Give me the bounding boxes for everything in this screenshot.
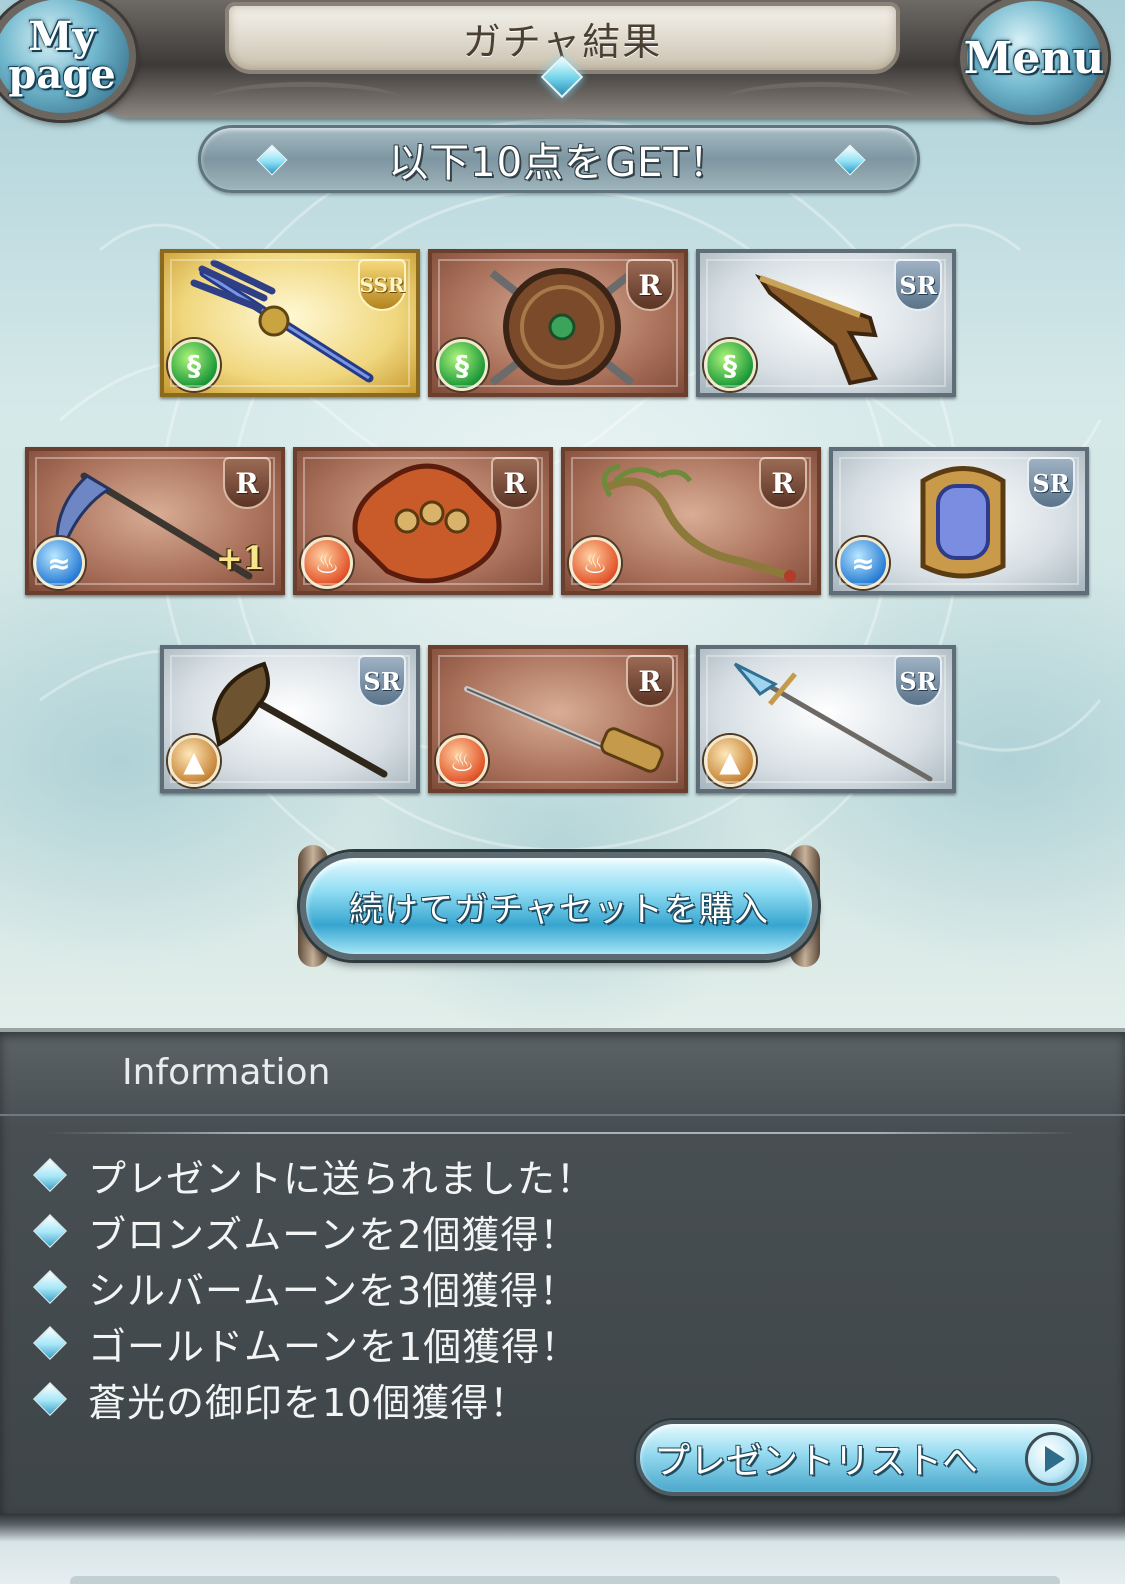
fire-element-icon: ♨	[301, 537, 353, 589]
water-element-icon: ≈	[837, 537, 889, 589]
wind-element-icon: §	[704, 339, 756, 391]
fire-element-icon: ♨	[436, 735, 488, 787]
item-card[interactable]: SSR §	[160, 249, 420, 397]
information-panel: Information プレゼントに送られました！ ブロンズムーンを2個獲得！ …	[0, 1028, 1125, 1514]
earth-element-icon: ▲	[704, 735, 756, 787]
item-card[interactable]: SR ▲	[160, 645, 420, 793]
list-item: ブロンズムーンを2個獲得！	[30, 1203, 595, 1259]
plus-bonus: +1	[215, 539, 265, 577]
item-card[interactable]: R §	[428, 249, 688, 397]
menu-button[interactable]: Menu	[960, 0, 1108, 122]
diamond-bullet-icon	[33, 1158, 67, 1192]
item-card[interactable]: SR ≈	[829, 447, 1089, 595]
spear-icon	[733, 662, 933, 782]
list-item: シルバームーンを3個獲得！	[30, 1259, 595, 1315]
get-banner: 以下10点をGET！	[198, 125, 920, 193]
wind-element-icon: §	[168, 339, 220, 391]
continue-gacha-label: 続けてガチャセットを購入	[349, 889, 769, 930]
item-card[interactable]: R ≈ +1	[25, 447, 285, 595]
sword-icon	[464, 686, 664, 773]
rarity-badge: SR	[894, 259, 942, 311]
diamond-bullet-icon	[33, 1382, 67, 1416]
divider	[48, 1132, 1078, 1134]
footer-bar	[70, 1576, 1060, 1584]
play-arrow-icon	[1025, 1432, 1079, 1486]
rarity-badge: R	[626, 655, 674, 707]
wind-element-icon: §	[436, 339, 488, 391]
info-message: ブロンズムーンを2個獲得！	[88, 1212, 579, 1257]
item-card[interactable]: R ♨	[561, 447, 821, 595]
axe-icon	[211, 661, 388, 778]
present-list-button[interactable]: プレゼントリストへ	[636, 1420, 1091, 1496]
continue-gacha-button[interactable]: 続けてガチャセットを購入	[300, 852, 818, 960]
info-message: シルバームーンを3個獲得！	[88, 1268, 579, 1313]
knuckle-icon	[352, 463, 502, 584]
information-title: Information	[122, 1052, 331, 1093]
rarity-badge: SSR	[358, 259, 406, 311]
menu-label: Menu	[963, 32, 1105, 84]
trident-icon	[190, 259, 374, 383]
scythe-icon	[55, 472, 253, 580]
item-card[interactable]: R ♨	[428, 645, 688, 793]
shield-icon	[489, 268, 635, 387]
item-card[interactable]: SR §	[696, 249, 956, 397]
diamond-icon	[834, 144, 866, 176]
info-message: プレゼントに送られました！	[88, 1156, 596, 1201]
info-message: 蒼光の御印を10個獲得！	[88, 1380, 529, 1425]
footer	[0, 1514, 1125, 1584]
rarity-badge: R	[759, 457, 807, 509]
get-banner-text: 以下10点をGET！	[388, 140, 730, 186]
rarity-badge: SR	[894, 655, 942, 707]
harp-icon	[920, 466, 1006, 579]
present-list-label: プレゼントリストへ	[654, 1441, 979, 1482]
list-item: プレゼントに送られました！	[30, 1147, 595, 1203]
diamond-bullet-icon	[33, 1214, 67, 1248]
item-card[interactable]: R ♨	[293, 447, 553, 595]
list-item: ゴールドムーンを1個獲得！	[30, 1315, 595, 1371]
rarity-badge: R	[223, 457, 271, 509]
header-ornament-right	[720, 82, 920, 122]
list-item: 蒼光の御印を10個獲得！	[30, 1371, 595, 1427]
information-list: プレゼントに送られました！ ブロンズムーンを2個獲得！ シルバームーンを3個獲得…	[30, 1147, 595, 1427]
fire-element-icon: ♨	[569, 537, 621, 589]
staff-icon	[601, 463, 796, 582]
rarity-badge: R	[491, 457, 539, 509]
rarity-badge: SR	[1027, 457, 1075, 509]
diamond-bullet-icon	[33, 1270, 67, 1304]
rarity-badge: SR	[358, 655, 406, 707]
info-message: ゴールドムーンを1個獲得！	[88, 1324, 580, 1369]
pistol-icon	[754, 274, 879, 386]
header-ornament-left	[205, 82, 405, 122]
earth-element-icon: ▲	[168, 735, 220, 787]
mypage-label-line2: page	[8, 51, 116, 98]
rarity-badge: R	[626, 259, 674, 311]
water-element-icon: ≈	[33, 537, 85, 589]
item-card[interactable]: SR ▲	[696, 645, 956, 793]
divider	[0, 1114, 1125, 1116]
diamond-icon	[256, 144, 288, 176]
diamond-bullet-icon	[33, 1326, 67, 1360]
